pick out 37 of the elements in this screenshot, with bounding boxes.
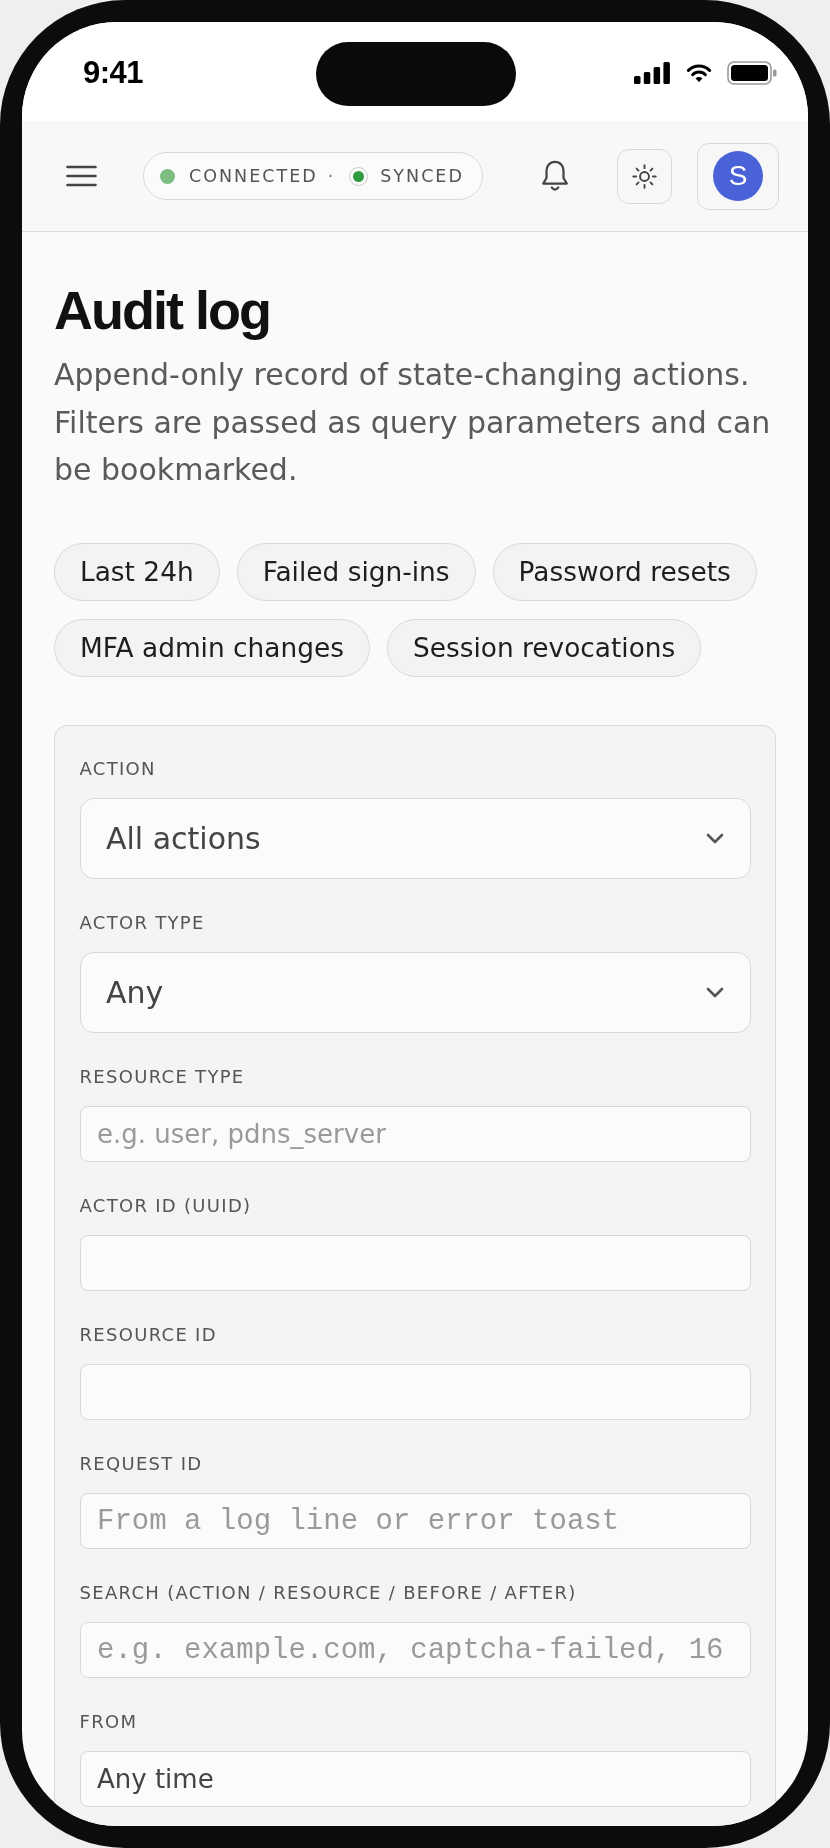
field-label: RESOURCE TYPE <box>79 1066 246 1088</box>
field-label: RESOURCE ID <box>79 1324 218 1346</box>
status-time: 9:41 <box>83 55 144 91</box>
field-label: ACTOR ID (UUID) <box>79 1195 253 1217</box>
text-field[interactable] <box>79 1364 751 1420</box>
preset-filter-chip[interactable]: MFA admin changes <box>54 618 370 677</box>
chevron-down-icon <box>705 987 724 998</box>
battery-icon <box>727 61 777 85</box>
theme-toggle-button[interactable] <box>617 148 672 204</box>
text-field[interactable]: From a log line or error toast <box>79 1493 751 1549</box>
avatar: S <box>713 151 763 201</box>
text-field[interactable]: e.g. user, pdns_server <box>79 1106 751 1162</box>
status-label: CONNECTED <box>189 166 318 186</box>
text-field[interactable] <box>79 1235 751 1291</box>
text-field[interactable]: Any time <box>79 1751 751 1807</box>
preset-filter-chip[interactable]: Failed sign-ins <box>236 542 476 601</box>
preset-filter-chip[interactable]: Session revocations <box>386 618 702 677</box>
page-title: Audit log <box>54 279 271 341</box>
text-field[interactable]: e.g. example.com, captcha-failed, 16 <box>79 1622 751 1678</box>
page-description: Append-only record of state-changing actions. Filters are passed as query parameters and can be bookmarked. <box>54 356 772 489</box>
account-button[interactable]: S <box>697 142 779 210</box>
preset-filter-chip[interactable]: Last 24h <box>54 542 220 601</box>
signal-icon <box>634 62 670 84</box>
field-label: ACTION <box>79 758 157 780</box>
select-field[interactable]: All actions <box>79 798 751 879</box>
field-label: ACTOR TYPE <box>79 912 206 934</box>
field-label: SEARCH (ACTION / RESOURCE / BEFORE / AFTER) <box>79 1582 578 1604</box>
field-label: REQUEST ID <box>79 1453 204 1475</box>
field-label: FROM <box>79 1711 139 1733</box>
preset-filter-chip[interactable]: Password resets <box>492 542 757 601</box>
status-label: SYNCED <box>380 166 464 186</box>
status-separator: · <box>327 166 334 186</box>
sun-icon <box>632 163 657 189</box>
select-field[interactable]: Any <box>79 952 751 1033</box>
chevron-down-icon <box>705 833 724 844</box>
wifi-icon <box>685 63 713 83</box>
menu-icon[interactable] <box>66 165 97 187</box>
